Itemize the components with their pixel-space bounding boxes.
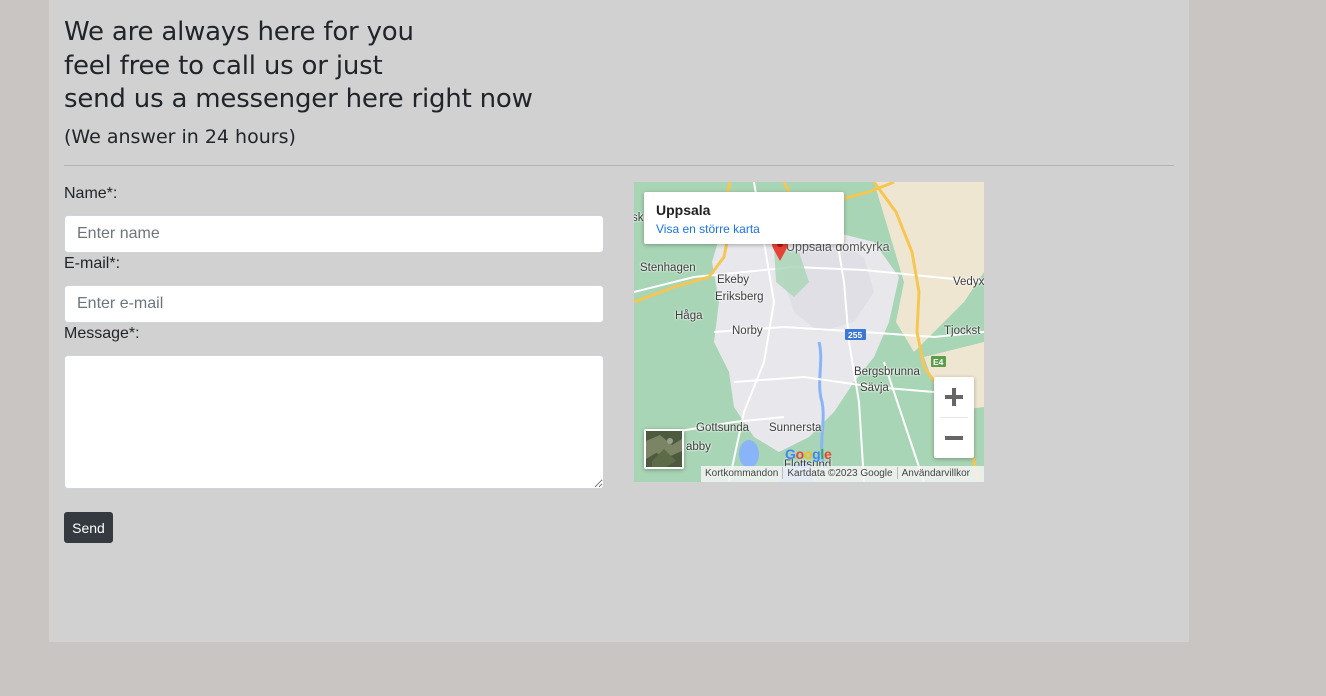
place-sk: sk <box>634 212 644 224</box>
place-vedyx: Vedyx <box>953 276 984 288</box>
place-eriksberg: Eriksberg <box>715 291 764 303</box>
satellite-thumbnail-icon <box>646 431 682 467</box>
map-attribution-bar: Kortkommandon Kartdata ©2023 Google Använd… <box>701 466 984 482</box>
map-info-card: Uppsala Visa en större karta <box>644 192 844 244</box>
keyboard-shortcuts-link[interactable]: Kortkommandon <box>701 466 782 482</box>
place-stenhagen: Stenhagen <box>640 262 696 274</box>
zoom-out-icon <box>945 436 963 440</box>
zoom-in-button[interactable] <box>934 377 974 417</box>
name-label: Name*: <box>64 185 118 202</box>
zoom-controls <box>934 377 974 458</box>
map-data-credit: Kartdata ©2023 Google <box>787 468 893 479</box>
embedded-map[interactable]: 255 E4 Uppsala domkyrka sk Stenhagen Eke… <box>634 182 984 482</box>
satellite-view-toggle[interactable] <box>644 429 684 469</box>
divider <box>64 165 1174 166</box>
road-label-e4: E4 <box>933 357 944 367</box>
contact-panel: We are always here for you feel free to … <box>49 0 1189 642</box>
place-sunnersta: Sunnersta <box>769 422 822 434</box>
message-label: Message*: <box>64 325 140 342</box>
name-input[interactable] <box>64 215 604 253</box>
heading-line-3: send us a messenger here right now <box>64 84 533 114</box>
message-textarea[interactable] <box>64 355 604 489</box>
place-bergsbrunna: Bergsbrunna <box>854 366 920 378</box>
map-info-title: Uppsala <box>656 202 711 218</box>
send-button[interactable]: Send <box>64 512 113 543</box>
terms-link[interactable]: Användarvillkor <box>898 466 974 482</box>
zoom-in-icon <box>945 388 963 406</box>
response-time-note: (We answer in 24 hours) <box>64 126 296 148</box>
zoom-out-button[interactable] <box>934 418 974 458</box>
heading-line-2: feel free to call us or just <box>64 50 383 81</box>
email-input[interactable] <box>64 285 604 323</box>
place-tjockst: Tjockst <box>944 325 981 337</box>
contact-heading: We are always here for you feel free to … <box>64 16 533 117</box>
place-ekeby: Ekeby <box>717 274 749 286</box>
place-gottsunda: Gottsunda <box>696 422 750 434</box>
google-logo: Google <box>785 446 832 462</box>
view-larger-map-link[interactable]: Visa en större karta <box>656 222 760 236</box>
road-label-255: 255 <box>848 330 863 340</box>
place-norby: Norby <box>732 325 763 337</box>
place-haga: Håga <box>675 310 703 322</box>
place-savja: Sävja <box>860 382 889 394</box>
place-abby: abby <box>686 441 711 453</box>
email-label: E-mail*: <box>64 255 121 272</box>
heading-line-1: We are always here for you <box>64 17 414 47</box>
